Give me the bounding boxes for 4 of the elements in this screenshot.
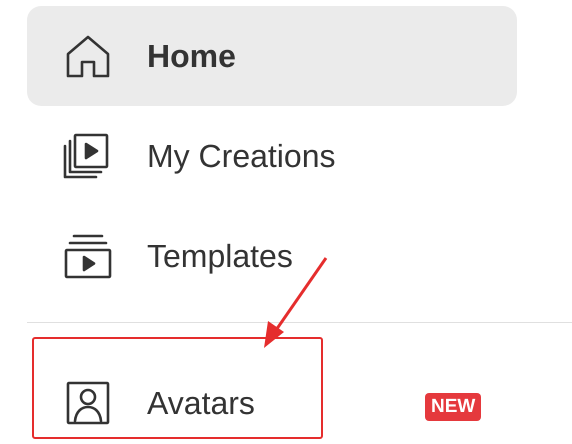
nav-item[interactable]: My Creations	[27, 106, 517, 206]
nav-item[interactable]: Home	[27, 6, 517, 106]
nav-item[interactable]: Templates	[27, 206, 517, 306]
new-badge: NEW	[425, 393, 482, 421]
